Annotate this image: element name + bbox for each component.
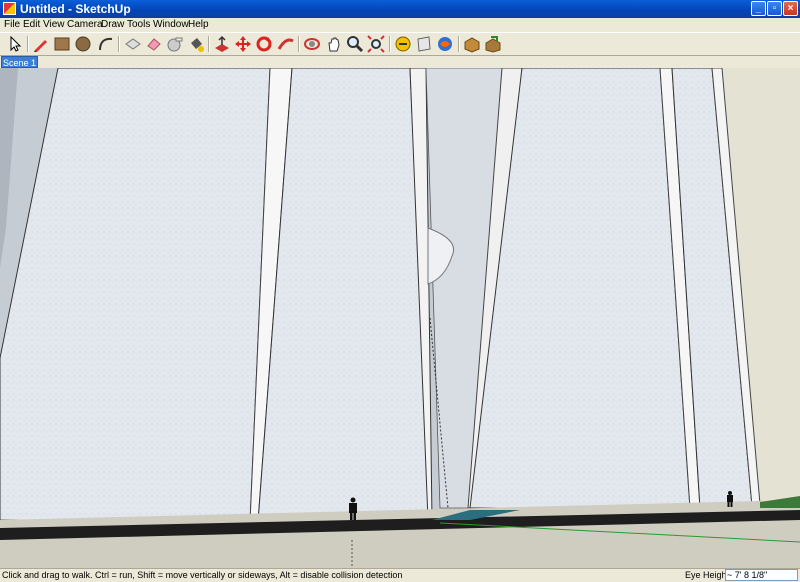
status-bar: Click and drag to walk. Ctrl = run, Shif… [0,568,800,582]
eye-height-input[interactable]: ~ 7' 8 1/8" [725,569,798,581]
rectangle-icon[interactable] [53,35,71,53]
menu-bar: File Edit View Camera Draw Tools Window … [0,18,800,32]
toolbar-separator [389,36,391,52]
menu-window[interactable]: Window [153,19,189,30]
zoom-extents-icon[interactable] [367,35,385,53]
make-component-icon[interactable] [124,35,142,53]
menu-camera[interactable]: Camera [67,19,103,30]
sketchup-app-icon[interactable] [3,2,16,15]
circle-icon[interactable] [74,35,92,53]
look-around-icon[interactable] [436,35,454,53]
toolbar-separator [118,36,120,52]
toolbar [0,32,800,56]
pencil-icon[interactable] [32,35,50,53]
orbit-icon[interactable] [303,35,321,53]
menu-tools[interactable]: Tools [127,19,150,30]
tape-measure-icon[interactable] [166,35,184,53]
toolbar-separator [458,36,460,52]
follow-me-icon[interactable] [277,35,295,53]
maximize-button[interactable]: ▫ [767,1,782,16]
section-plane-icon[interactable] [415,35,433,53]
push-pull-icon[interactable] [213,35,231,53]
menu-draw[interactable]: Draw [101,19,124,30]
menu-view[interactable]: View [43,19,65,30]
arc-icon[interactable] [97,35,115,53]
walk-icon[interactable] [394,35,412,53]
rotate-icon[interactable] [255,35,273,53]
minimize-button[interactable]: _ [751,1,766,16]
move-icon[interactable] [234,35,252,53]
eraser-icon[interactable] [145,35,163,53]
window-title: Untitled - SketchUp [20,2,131,16]
toolbar-separator [27,36,29,52]
drawing-viewport[interactable] [0,68,800,568]
toolbar-separator [298,36,300,52]
toolbar-separator [208,36,210,52]
eye-height-label: Eye Height [685,570,730,580]
menu-file[interactable]: File [4,19,20,30]
pan-icon[interactable] [325,35,343,53]
scene-tab[interactable]: Scene 1 [1,56,38,68]
status-hint: Click and drag to walk. Ctrl = run, Shif… [2,570,403,580]
title-bar: Untitled - SketchUp _ ▫ × [0,0,800,18]
zoom-icon[interactable] [346,35,364,53]
select-icon[interactable] [6,35,24,53]
menu-help[interactable]: Help [188,19,209,30]
menu-edit[interactable]: Edit [23,19,40,30]
close-button[interactable]: × [783,1,798,16]
paint-bucket-icon[interactable] [187,35,205,53]
scene-tab-strip: Scene 1 [0,56,800,68]
share-model-icon[interactable] [484,35,502,53]
scene-render [0,68,800,568]
get-models-icon[interactable] [463,35,481,53]
